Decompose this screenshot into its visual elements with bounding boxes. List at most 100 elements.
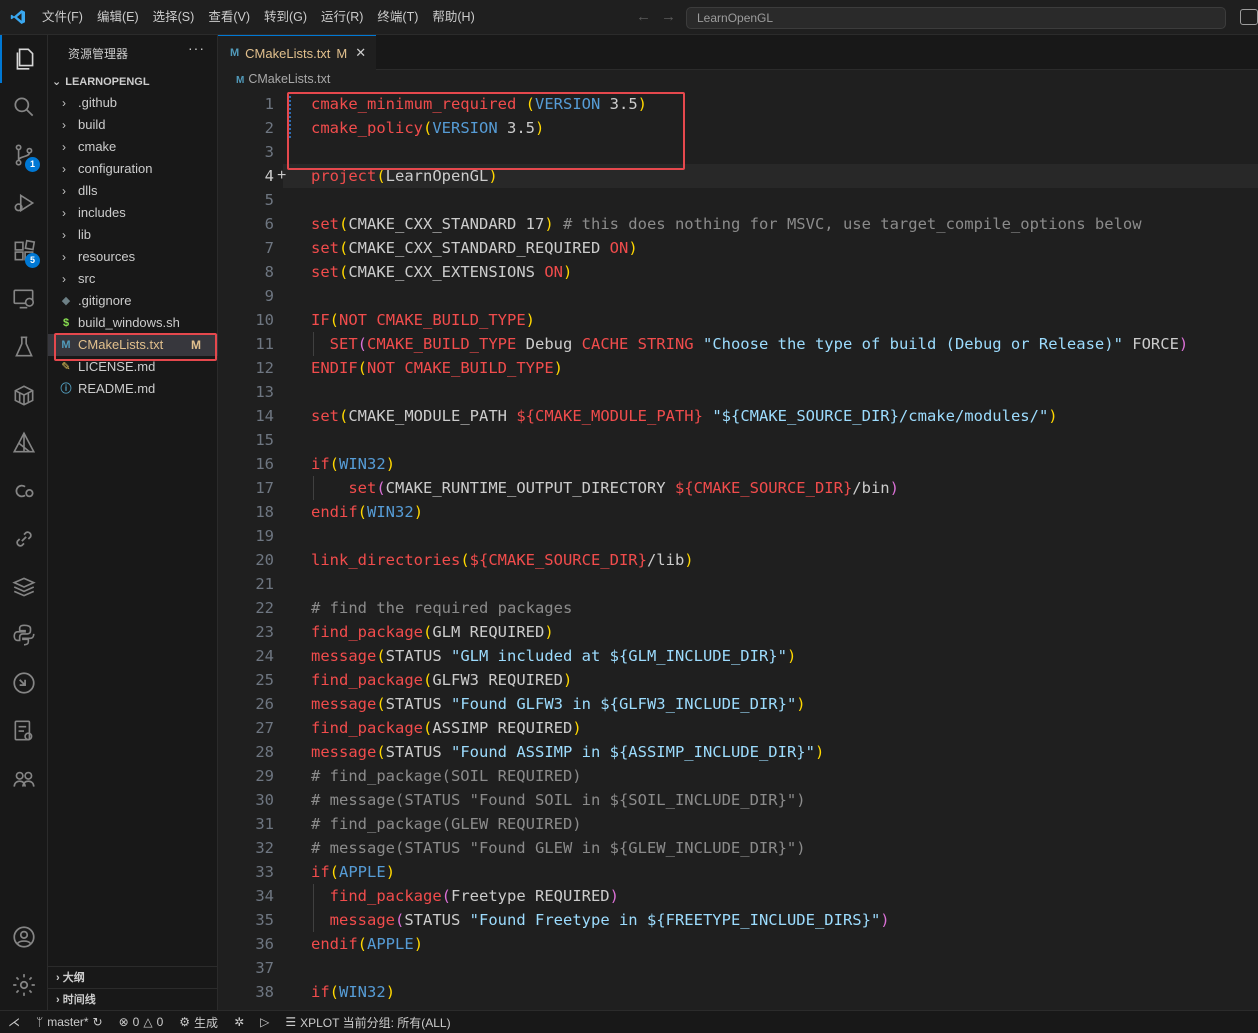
menu-item[interactable]: 文件(F): [35, 0, 90, 35]
menu-item[interactable]: 编辑(E): [90, 0, 146, 35]
code-token: (: [376, 647, 386, 665]
line-number: 10: [255, 311, 274, 329]
line-number: 25: [255, 671, 274, 689]
tree-folder[interactable]: › lib: [48, 224, 218, 246]
code-token: CMAKE_BUILD_TYPE: [376, 311, 526, 329]
code-token: Debug: [516, 335, 582, 353]
more-actions-icon[interactable]: ···: [188, 40, 205, 56]
cmake-file-icon: M: [236, 75, 245, 86]
code-token: set: [311, 215, 339, 233]
containers-icon[interactable]: [0, 371, 48, 419]
xplot-group[interactable]: ☰ XPLOT 当前分组: 所有(ALL): [277, 1014, 458, 1031]
editor-tabs: M CMakeLists.txt M ✕: [218, 35, 1258, 70]
code-token: ): [562, 263, 573, 281]
tree-file[interactable]: ⓘ README.md: [48, 378, 218, 400]
cmake-tools-icon[interactable]: [0, 419, 48, 467]
chat-icon[interactable]: [1240, 9, 1258, 25]
code-editor[interactable]: 1 2 3 4 5 6 7 8 9 10 11 12 13 14 15 16 17 18 19 20 21 22 23 24 2…: [218, 92, 1258, 1010]
build-button[interactable]: ⚙ 生成: [171, 1014, 226, 1031]
code-token: (: [460, 551, 470, 569]
line-number: 29: [255, 767, 274, 785]
menu-item[interactable]: 终端(T): [370, 0, 425, 35]
code-token: (: [329, 455, 340, 473]
problems-indicator[interactable]: ⊗ 0 △ 0: [111, 1015, 172, 1029]
chevron-right-icon: ›: [56, 994, 60, 1006]
tree-folder[interactable]: › resources: [48, 246, 218, 268]
menu-item[interactable]: 查看(V): [201, 0, 257, 35]
line-number: 35: [255, 911, 274, 929]
line-number: 38: [255, 983, 274, 1001]
back-arrow-icon[interactable]: ←: [636, 8, 651, 25]
tree-folder[interactable]: › build: [48, 114, 218, 136]
code-token: APPLE: [339, 863, 386, 881]
remote-indicator[interactable]: ⋌: [0, 1015, 28, 1029]
add-line-icon[interactable]: +: [277, 168, 286, 184]
menu-item[interactable]: 帮助(H): [425, 0, 481, 35]
forward-arrow-icon[interactable]: →: [661, 8, 676, 25]
code-line: set(CMAKE_CXX_STANDARD_REQUIRED ON): [311, 236, 638, 260]
code-token: "GLM included at ${GLM_INCLUDE_DIR}": [451, 647, 787, 665]
close-icon[interactable]: ✕: [355, 45, 366, 61]
layers-icon[interactable]: [0, 563, 48, 611]
gitlens-icon[interactable]: [0, 659, 48, 707]
folder-name: resources: [78, 249, 136, 264]
tree-file[interactable]: ◆ .gitignore: [48, 290, 218, 312]
python-icon[interactable]: [0, 611, 48, 659]
line-number: 22: [255, 599, 274, 617]
source-control-icon[interactable]: 1: [0, 131, 48, 179]
code-token: message: [311, 647, 377, 665]
search-icon[interactable]: [0, 83, 48, 131]
outline-section[interactable]: › 大纲: [48, 966, 218, 988]
debug-button[interactable]: ✲: [226, 1015, 252, 1029]
testing-flask-icon[interactable]: [0, 323, 48, 371]
live-share-icon[interactable]: [0, 755, 48, 803]
code-line: message(STATUS "GLM included at ${GLM_IN…: [311, 644, 796, 668]
run-debug-icon[interactable]: [0, 179, 48, 227]
line-number: 20: [255, 551, 274, 569]
menu-item[interactable]: 转到(G): [257, 0, 314, 35]
copilot-icon[interactable]: [0, 467, 48, 515]
settings-gear-icon[interactable]: [0, 961, 48, 1009]
workspace-root[interactable]: ⌄ LEARNOPENGL: [48, 71, 218, 93]
tree-folder[interactable]: › dlls: [48, 180, 218, 202]
code-line: # find_package(GLEW REQUIRED): [311, 812, 582, 836]
extensions-icon[interactable]: 5: [0, 227, 48, 275]
run-button[interactable]: ▷: [252, 1015, 277, 1029]
line-number: 4: [264, 167, 274, 185]
code-token: ): [889, 479, 899, 497]
code-token: link_directories: [311, 551, 461, 569]
line-number: 7: [264, 239, 274, 257]
tree-folder[interactable]: › includes: [48, 202, 218, 224]
tree-folder[interactable]: › .github: [48, 92, 218, 114]
code-token: STATUS: [385, 743, 451, 761]
command-center-search[interactable]: LearnOpenGL: [686, 7, 1226, 29]
breadcrumb[interactable]: M CMakeLists.txt: [236, 72, 330, 86]
timeline-section[interactable]: › 时间线: [48, 988, 218, 1010]
code-token: set: [311, 263, 339, 281]
link-icon[interactable]: [0, 515, 48, 563]
folder-name: .github: [78, 95, 118, 110]
code-token: ): [413, 935, 424, 953]
code-token: if: [311, 983, 330, 1001]
file-icon: ◆: [61, 295, 71, 307]
chevron-right-icon: ›: [62, 162, 66, 176]
tree-folder[interactable]: › cmake: [48, 136, 218, 158]
tree-folder[interactable]: › configuration: [48, 158, 218, 180]
branch-indicator[interactable]: ᛘ master* ↻: [28, 1015, 111, 1029]
folder-name: configuration: [78, 161, 153, 176]
menu-item[interactable]: 选择(S): [146, 0, 202, 35]
tree-file[interactable]: $ build_windows.sh: [48, 312, 218, 334]
remote-explorer-icon[interactable]: [0, 275, 48, 323]
account-icon[interactable]: [0, 913, 48, 961]
code-token: ): [572, 719, 582, 737]
code-token: (: [376, 695, 386, 713]
tree-folder[interactable]: › src: [48, 268, 218, 290]
explorer-icon[interactable]: [0, 35, 48, 83]
code-token: (: [329, 983, 340, 1001]
remote-settings-icon[interactable]: [0, 707, 48, 755]
menu-item[interactable]: 运行(R): [314, 0, 370, 35]
status-bar: ⋌ ᛘ master* ↻ ⊗ 0 △ 0 ⚙ 生成 ✲ ▷ ☰ XPLOT 当前分组:…: [0, 1010, 1258, 1033]
tab-cmakelists[interactable]: M CMakeLists.txt M ✕: [218, 35, 376, 70]
